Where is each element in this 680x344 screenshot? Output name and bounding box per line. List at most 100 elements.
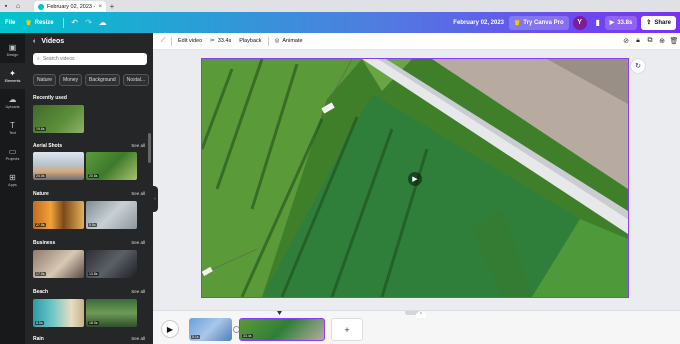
grid-icon: ⊞ [9, 172, 16, 182]
context-toolbar: ⟋ Edit video ✂ 33.4s Playback ◎ Animate … [153, 33, 680, 50]
panel-header: ‹ Videos [25, 33, 153, 49]
playback-label: Playback [239, 38, 262, 44]
folder-icon: ▭ [8, 146, 17, 156]
add-clip-button[interactable]: + [331, 318, 363, 341]
animate-label: Animate [282, 38, 303, 44]
share-button[interactable]: ⇪ Share [641, 15, 676, 30]
video-thumbnail[interactable]: 17.0s [33, 250, 84, 278]
timeline-clip[interactable]: 5.1s [189, 318, 232, 341]
search-icon: ⌕ [37, 56, 40, 62]
shapes-icon: ✦ [9, 68, 16, 78]
panel-scrollbar[interactable] [148, 133, 151, 163]
video-thumbnail[interactable]: 27.5s [33, 201, 84, 229]
chart-icon[interactable]: ▮ [591, 16, 605, 30]
video-thumbnail[interactable]: 8.5s [33, 299, 84, 327]
chip-money[interactable]: Money [59, 74, 83, 86]
browser-menu-icon[interactable]: ▪ [0, 0, 12, 12]
present-duration: 33.8s [617, 19, 633, 26]
video-play-icon[interactable]: ▶ [408, 172, 422, 186]
crown-icon: ♛ [514, 19, 521, 27]
see-all-nature[interactable]: See all [131, 191, 145, 196]
edit-video-button[interactable]: Edit video [174, 35, 206, 48]
scissors-icon: ✂ [210, 38, 215, 44]
rail-item-projects[interactable]: ▭ Projects [0, 141, 25, 167]
browser-tab[interactable]: February 02, 2023 - W... × [34, 1, 106, 12]
layout-icon: ▣ [8, 42, 17, 52]
see-all-business[interactable]: See all [131, 240, 145, 245]
clip-duration: 33.4s [242, 334, 253, 338]
chip-nostalgia[interactable]: Nostal... [122, 74, 150, 86]
panel-title: Videos [41, 37, 65, 45]
animate-button[interactable]: ◎ Animate [271, 35, 307, 48]
section-title-beach: Beach [33, 289, 49, 295]
see-all-beach[interactable]: See all [131, 289, 145, 294]
video-thumbnail[interactable]: 18.0s [86, 299, 137, 327]
video-thumbnail[interactable]: 24.0s [33, 152, 84, 180]
close-tab-icon[interactable]: × [98, 4, 102, 10]
video-thumbnail[interactable]: 5.0s [86, 201, 137, 229]
see-all-aerial[interactable]: See all [131, 143, 145, 148]
video-duration: 17.0s [35, 272, 46, 276]
video-duration: 19.6s [35, 127, 46, 131]
filter-chips: Nature Money Background Nostal... [33, 74, 153, 87]
redo-icon[interactable]: ↷ [82, 16, 96, 30]
rail-item-uploads[interactable]: ☁ Uploads [0, 89, 25, 115]
playhead-marker-icon[interactable] [277, 311, 282, 316]
trim-duration-button[interactable]: ✂ 33.4s [206, 35, 235, 48]
try-pro-button[interactable]: ♛ Try Canva Pro [509, 15, 569, 30]
add-page-icon[interactable]: ⊕ [656, 35, 668, 47]
playback-button[interactable]: Playback [235, 35, 265, 48]
videos-panel: ‹ Videos ⌕ Search videos Nature Money Ba… [25, 33, 153, 344]
rail-item-text[interactable]: T Text [0, 115, 25, 141]
new-tab-button[interactable]: + [106, 1, 118, 12]
chip-nature[interactable]: Nature [33, 74, 57, 86]
timeline-play-button[interactable]: ▶ [161, 320, 179, 338]
video-duration: 5.0s [88, 223, 97, 227]
cloud-save-icon[interactable]: ☁ [96, 16, 110, 30]
undo-icon[interactable]: ↶ [68, 16, 82, 30]
browser-home-icon[interactable]: ⌂ [12, 0, 24, 12]
crown-icon: ♛ [25, 19, 32, 27]
video-thumbnail[interactable]: 13.8s [86, 250, 137, 278]
toolbar-divider [171, 36, 172, 46]
video-duration: 13.8s [88, 272, 99, 276]
position-icon[interactable]: ⊘ [620, 35, 632, 47]
video-canvas[interactable]: ▶ [201, 58, 629, 298]
rail-item-elements[interactable]: ✦ Elements [0, 63, 25, 89]
duplicate-icon[interactable]: ⧉ [644, 35, 656, 47]
video-duration: 27.5s [35, 223, 46, 227]
video-thumbnail[interactable]: 19.6s [33, 105, 84, 133]
chip-background[interactable]: Background [85, 74, 120, 86]
animate-icon: ◎ [274, 38, 280, 44]
text-icon: T [10, 120, 15, 130]
color-slash-icon[interactable]: ⟋ [157, 35, 169, 47]
toolbar-divider [267, 36, 269, 46]
editor-header: File ♛ Resize ↶ ↷ ☁ February 02, 2023 ♛ … [0, 12, 680, 33]
video-thumbnail[interactable]: 20.6s [86, 152, 137, 180]
edit-video-label: Edit video [178, 38, 203, 44]
document-title[interactable]: February 02, 2023 [448, 16, 509, 30]
file-menu-button[interactable]: File [0, 16, 20, 30]
timeline-clip-selected[interactable]: 33.4s [239, 318, 325, 341]
section-title-business: Business [33, 240, 56, 246]
delete-icon[interactable]: 🗑︎ [668, 35, 680, 47]
see-all-rain[interactable]: See all [131, 336, 145, 341]
present-play-button[interactable]: ▶ 33.8s [604, 15, 638, 30]
section-title-nature: Nature [33, 191, 49, 197]
search-placeholder: Search videos [42, 56, 75, 62]
lock-icon[interactable]: 🔒︎ [632, 35, 644, 47]
refresh-icon[interactable]: ↻ [631, 59, 645, 73]
canva-favicon [38, 3, 44, 10]
back-arrow-icon[interactable]: ‹ [33, 38, 35, 45]
resize-label: Resize [34, 19, 54, 26]
expand-timeline-icon[interactable]: ⌃ [416, 312, 426, 318]
resize-button[interactable]: ♛ Resize [20, 16, 58, 30]
rail-item-design[interactable]: ▣ Design [0, 37, 25, 63]
cloud-upload-icon: ☁ [8, 94, 17, 104]
document-title-text: February 02, 2023 [453, 19, 504, 26]
avatar[interactable]: Y [572, 15, 587, 30]
rail-item-apps[interactable]: ⊞ Apps [0, 167, 25, 193]
collapse-panel-handle[interactable]: ‹ [152, 186, 158, 212]
section-title-recent: Recently used [33, 95, 67, 101]
search-input[interactable]: ⌕ Search videos [33, 53, 147, 65]
